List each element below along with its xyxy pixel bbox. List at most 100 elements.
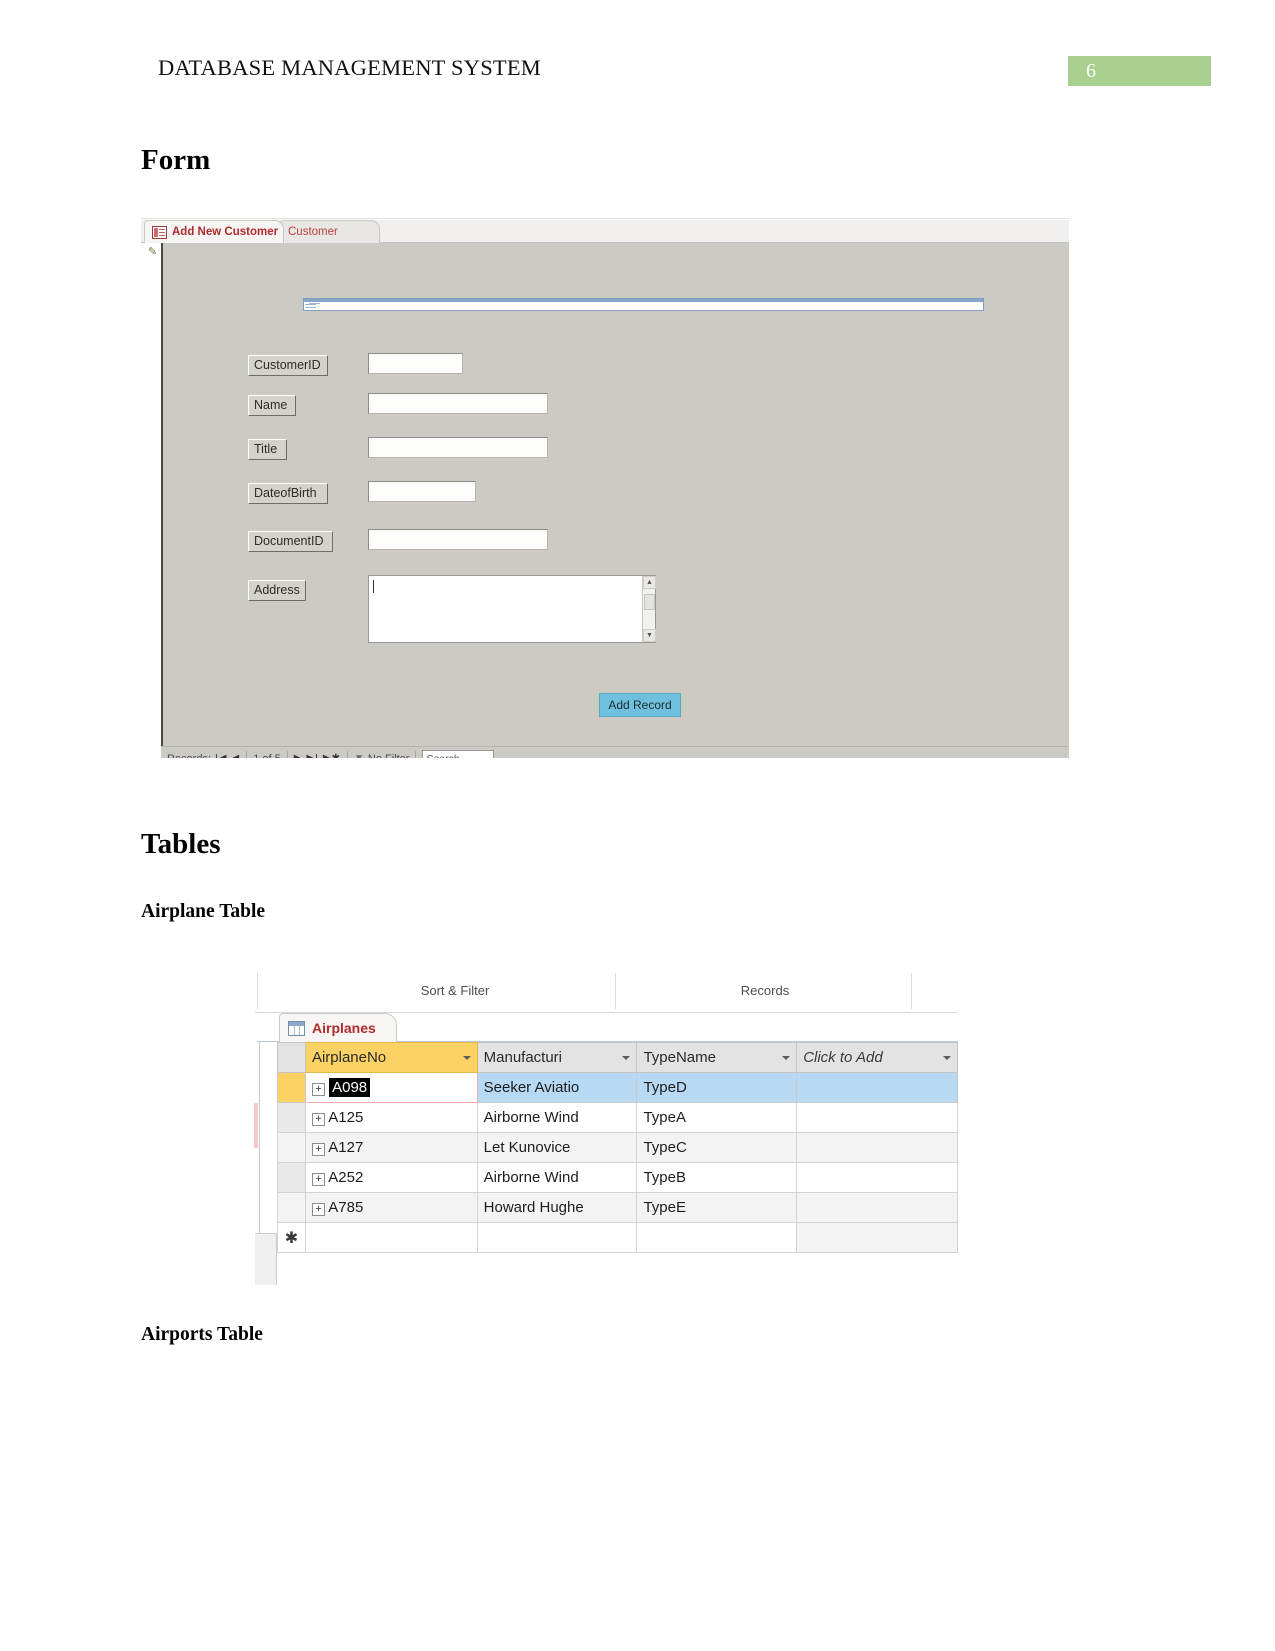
cell-typename[interactable]: TypeC xyxy=(636,1132,798,1163)
scroll-up-icon[interactable]: ▲ xyxy=(643,576,656,589)
scrollbar-thumb[interactable] xyxy=(644,594,655,610)
chevron-down-icon[interactable] xyxy=(943,1055,951,1060)
select-all-header[interactable] xyxy=(277,1042,306,1073)
expand-icon[interactable]: + xyxy=(311,1079,330,1096)
expand-icon[interactable]: + xyxy=(311,1199,329,1216)
cell-manufacturi[interactable]: Airborne Wind xyxy=(476,1102,638,1133)
nav-last-button[interactable]: ▶I xyxy=(306,753,318,758)
datasheet-icon xyxy=(288,1020,305,1036)
cell-click-to-add[interactable] xyxy=(796,1102,958,1133)
input-dateofbirth[interactable] xyxy=(368,481,476,502)
tab-add-new-customer-label: Add New Customer xyxy=(172,226,279,238)
nav-first-button[interactable]: I◀ xyxy=(215,753,227,758)
new-cell-airplaneno[interactable] xyxy=(304,1222,478,1253)
expand-icon[interactable]: + xyxy=(311,1169,328,1186)
column-header-airplaneno[interactable]: AirplaneNo xyxy=(304,1042,478,1073)
tab-airplanes[interactable]: Airplanes xyxy=(279,1013,397,1042)
heading-form: Form xyxy=(141,144,211,176)
cell-typename[interactable]: TypeA xyxy=(636,1102,798,1133)
ribbon-group-labels: Sort & Filter Records xyxy=(255,971,958,1013)
label-title: Title xyxy=(248,439,287,460)
cell-manufacturi[interactable]: Howard Hughe xyxy=(476,1192,638,1223)
add-record-button[interactable]: Add Record xyxy=(599,693,681,717)
record-selector[interactable] xyxy=(277,1132,306,1163)
label-customerid: CustomerID xyxy=(248,355,328,376)
new-cell-manufacturi[interactable] xyxy=(476,1222,638,1253)
chevron-down-icon[interactable] xyxy=(622,1055,631,1060)
ribbon-group-sort-filter: Sort & Filter xyxy=(420,983,490,998)
filter-label: No Filter xyxy=(367,752,410,765)
table-bottom-rail xyxy=(255,1233,958,1285)
record-selector[interactable] xyxy=(277,1102,306,1133)
ribbon-divider xyxy=(257,973,258,1009)
tab-customer[interactable]: Customer xyxy=(280,220,984,311)
text-caret xyxy=(373,580,374,593)
access-form-screenshot: Add New Customer Customer ✎ CustomerID N… xyxy=(141,218,1069,770)
cell-airplaneno[interactable]: + A127 xyxy=(304,1132,478,1163)
page-number: 6 xyxy=(1086,59,1096,82)
input-name[interactable] xyxy=(368,393,548,414)
new-record-row[interactable]: ✱ xyxy=(277,1222,958,1253)
input-documentid[interactable] xyxy=(368,529,548,550)
filter-icon: ▼ xyxy=(353,753,364,764)
table-header-row: AirplaneNo Manufacturi TypeName Click to… xyxy=(277,1042,958,1073)
cell-airplaneno-value: A125 xyxy=(328,1109,364,1126)
table-row[interactable]: + A252 Airborne Wind TypeB xyxy=(277,1162,958,1193)
cell-airplaneno-value: A252 xyxy=(328,1169,364,1186)
cell-manufacturi[interactable]: Seeker Aviatio xyxy=(476,1072,638,1103)
scroll-down-icon[interactable]: ▼ xyxy=(643,629,656,642)
cell-click-to-add[interactable] xyxy=(796,1072,958,1103)
cell-airplaneno[interactable]: + A125 xyxy=(304,1102,478,1133)
expand-icon[interactable]: + xyxy=(311,1109,328,1126)
form-icon xyxy=(152,225,167,239)
table-row[interactable]: + A127 Let Kunovice TypeC xyxy=(277,1132,958,1163)
nav-new-record-button[interactable]: ▶✱ xyxy=(323,753,341,758)
chevron-down-icon[interactable] xyxy=(462,1055,471,1060)
form-status-bar: Records: I◀ ◀ 1 of 5 ▶ ▶I ▶✱ ▼ No Filter… xyxy=(161,746,1069,765)
nav-prev-button[interactable]: ◀ xyxy=(232,753,241,758)
column-header-manufacturi[interactable]: Manufacturi xyxy=(476,1042,638,1073)
input-address[interactable]: ▲ ▼ xyxy=(368,575,656,643)
input-customerid[interactable] xyxy=(368,353,463,374)
search-segment: Search xyxy=(416,750,500,758)
new-cell-click-to-add[interactable] xyxy=(796,1222,958,1253)
cell-manufacturi[interactable]: Airborne Wind xyxy=(476,1162,638,1193)
tab-add-new-customer[interactable]: Add New Customer xyxy=(144,220,284,243)
cell-airplaneno[interactable]: + A785 xyxy=(304,1192,478,1223)
expand-icon[interactable]: + xyxy=(311,1139,329,1156)
record-selector[interactable] xyxy=(277,1192,306,1223)
ribbon-group-records: Records xyxy=(740,983,790,998)
search-input[interactable]: Search xyxy=(422,750,495,758)
table-row[interactable]: + A125 Airborne Wind TypeA xyxy=(277,1102,958,1133)
input-title[interactable] xyxy=(368,437,548,458)
cell-typename[interactable]: TypeB xyxy=(636,1162,798,1193)
airplanes-datasheet: AirplaneNo Manufacturi TypeName Click to… xyxy=(277,1042,958,1253)
new-record-selector[interactable]: ✱ xyxy=(277,1222,306,1253)
cell-airplaneno[interactable]: + A252 xyxy=(304,1162,478,1193)
cell-airplaneno-value: A127 xyxy=(328,1139,364,1156)
address-scrollbar[interactable]: ▲ ▼ xyxy=(642,576,656,642)
new-cell-typename[interactable] xyxy=(636,1222,798,1253)
cell-airplaneno[interactable]: + A098 xyxy=(304,1072,478,1103)
ribbon-divider xyxy=(911,973,912,1009)
table-row[interactable]: + A098 Seeker Aviatio TypeD xyxy=(277,1072,958,1103)
cell-typename[interactable]: TypeD xyxy=(636,1072,798,1103)
cell-typename[interactable]: TypeE xyxy=(636,1192,798,1223)
column-header-click-to-add[interactable]: Click to Add xyxy=(796,1042,958,1073)
table-row[interactable]: + A785 Howard Hughe TypeE xyxy=(277,1192,958,1223)
form-canvas: CustomerID Name Title DateofBirth Docume… xyxy=(161,243,1069,746)
chevron-down-icon[interactable] xyxy=(782,1055,791,1060)
cell-click-to-add[interactable] xyxy=(796,1192,958,1223)
cell-click-to-add[interactable] xyxy=(796,1162,958,1193)
column-header-typename[interactable]: TypeName xyxy=(636,1042,798,1073)
cell-manufacturi[interactable]: Let Kunovice xyxy=(476,1132,638,1163)
record-position-text: 1 of 5 xyxy=(253,752,281,765)
tab-customer-label: Customer xyxy=(288,226,338,238)
nav-next-button[interactable]: ▶ xyxy=(294,753,303,758)
cell-click-to-add[interactable] xyxy=(796,1132,958,1163)
filter-segment[interactable]: ▼ No Filter xyxy=(348,752,415,765)
heading-tables: Tables xyxy=(141,828,221,860)
table-tab-bar: Airplanes xyxy=(257,1013,958,1042)
record-selector[interactable] xyxy=(277,1072,306,1103)
record-selector[interactable] xyxy=(277,1162,306,1193)
